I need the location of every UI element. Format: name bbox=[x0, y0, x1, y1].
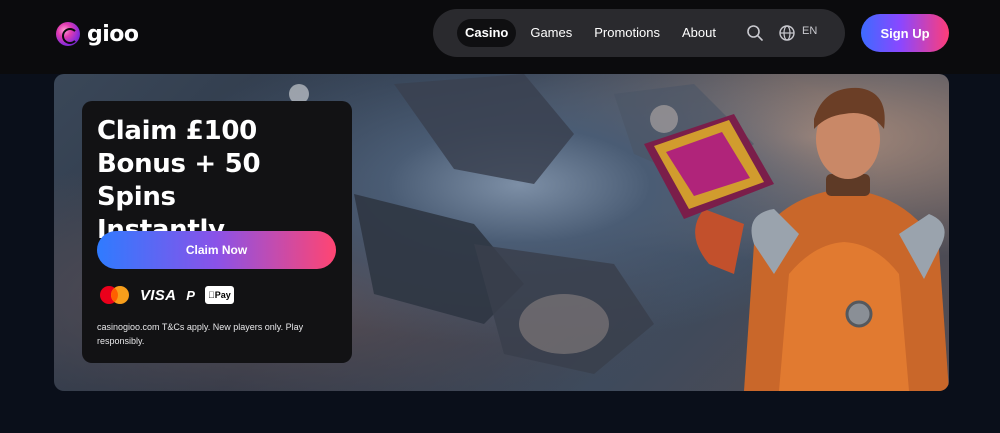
claim-now-button[interactable]: Claim Now bbox=[97, 231, 336, 269]
promo-title: Claim £100 Bonus + 50 Spins Instantly bbox=[97, 115, 347, 247]
nav-item-promotions[interactable]: Promotions bbox=[586, 19, 668, 47]
apple-pay-label: Pay bbox=[211, 290, 231, 300]
terms-text: casinogioo.com T&Cs apply. New players o… bbox=[97, 322, 304, 346]
logo-mark-icon bbox=[56, 22, 80, 46]
visa-logo: VISA bbox=[140, 286, 177, 304]
mastercard-icon bbox=[99, 285, 130, 305]
top-bar: gioo Casino Games Promotions About EN Si… bbox=[0, 0, 1000, 74]
paypal-icon: P bbox=[186, 287, 195, 303]
nav-item-about[interactable]: About bbox=[674, 19, 724, 47]
promo-card: Claim £100 Bonus + 50 Spins Instantly Cl… bbox=[82, 101, 352, 363]
nav-item-casino[interactable]: Casino bbox=[457, 19, 517, 47]
globe-icon[interactable] bbox=[778, 24, 796, 42]
promo-title-line-1: Claim £100 bbox=[97, 116, 257, 146]
apple-pay-icon: Pay bbox=[204, 286, 234, 304]
brand-name: gioo bbox=[87, 21, 139, 47]
brand-logo[interactable]: gioo bbox=[56, 20, 139, 48]
sign-up-button[interactable]: Sign Up bbox=[861, 14, 949, 52]
apple-icon:  bbox=[208, 290, 215, 300]
main-nav: Casino Games Promotions About EN bbox=[433, 9, 845, 57]
payment-methods: VISA P Pay bbox=[99, 284, 244, 306]
language-selector[interactable]: EN bbox=[802, 25, 817, 37]
nav-item-games[interactable]: Games bbox=[522, 19, 580, 47]
search-icon[interactable] bbox=[746, 24, 764, 42]
promo-title-line-2: Bonus + 50 Spins bbox=[97, 149, 261, 212]
